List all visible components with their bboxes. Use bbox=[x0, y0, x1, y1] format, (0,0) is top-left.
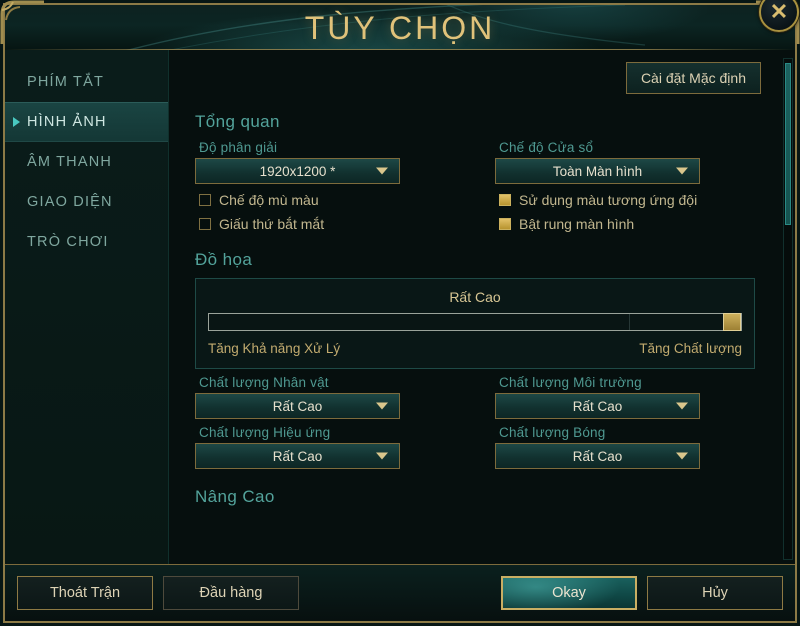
window-header: TÙY CHỌN bbox=[5, 5, 795, 50]
checkbox-icon bbox=[499, 218, 511, 230]
sidebar-item-label: TRÒ CHƠI bbox=[27, 234, 109, 250]
checkbox-hide-eye-candy[interactable]: Giấu thứ bắt mắt bbox=[199, 216, 495, 232]
graphics-quality-slider[interactable] bbox=[208, 313, 742, 331]
shadow-quality-dropdown[interactable]: Rất Cao bbox=[495, 443, 700, 469]
left-checkbox-column: Chế độ mù màu Giấu thứ bắt mắt bbox=[195, 184, 495, 232]
chevron-down-icon bbox=[376, 452, 388, 460]
slider-right-label: Tăng Chất lượng bbox=[639, 341, 742, 356]
restore-defaults-button[interactable]: Cài đặt Mặc định bbox=[625, 62, 761, 94]
checkbox-icon bbox=[199, 218, 211, 230]
environment-quality-dropdown[interactable]: Rất Cao bbox=[495, 393, 700, 419]
window-mode-field: Chế độ Cửa sổ Toàn Màn hình bbox=[495, 134, 763, 184]
cancel-button[interactable]: Hủy bbox=[647, 576, 783, 610]
close-icon: ✕ bbox=[769, 0, 789, 24]
shadow-quality-field: Chất lượng Bóng Rất Cao bbox=[495, 419, 763, 469]
overview-grid: Độ phân giải 1920x1200 * Chế độ Cửa sổ T… bbox=[195, 134, 763, 232]
resolution-dropdown[interactable]: 1920x1200 * bbox=[195, 158, 400, 184]
options-window: TÙY CHỌN ✕ PHÍM TẮT HÌNH ẢNH ÂM THANH GI… bbox=[0, 0, 800, 626]
slider-endpoint-labels: Tăng Khả năng Xử Lý Tăng Chất lượng bbox=[208, 341, 742, 356]
window-footer: Thoát Trận Đầu hàng Okay Hủy bbox=[5, 564, 795, 621]
sidebar-item-label: ÂM THANH bbox=[27, 154, 113, 170]
graphics-quality-slider-box: Rất Cao Tăng Khả năng Xử Lý Tăng Chất lư… bbox=[195, 278, 755, 369]
sidebar-item-video[interactable]: HÌNH ẢNH bbox=[5, 102, 168, 142]
checkbox-label: Chế độ mù màu bbox=[219, 192, 319, 208]
sidebar-nav: PHÍM TẮT HÌNH ẢNH ÂM THANH GIAO DIỆN TRÒ… bbox=[5, 50, 169, 564]
exit-match-button[interactable]: Thoát Trận bbox=[17, 576, 153, 610]
checkbox-screen-shake[interactable]: Bật rung màn hình bbox=[499, 216, 763, 232]
close-button[interactable]: ✕ bbox=[759, 0, 799, 32]
checkbox-team-colors[interactable]: Sử dụng màu tương ứng đội bbox=[499, 192, 763, 208]
sidebar-item-sound[interactable]: ÂM THANH bbox=[5, 142, 168, 182]
slider-left-label: Tăng Khả năng Xử Lý bbox=[208, 341, 341, 356]
character-quality-value: Rất Cao bbox=[272, 398, 323, 414]
environment-quality-field: Chất lượng Môi trường Rất Cao bbox=[495, 369, 763, 419]
window-mode-dropdown[interactable]: Toàn Màn hình bbox=[495, 158, 700, 184]
settings-scroll-region: Cài đặt Mặc định Tổng quan Độ phân giải … bbox=[169, 50, 795, 564]
caret-right-icon bbox=[13, 117, 20, 127]
effects-quality-dropdown[interactable]: Rất Cao bbox=[195, 443, 400, 469]
checkbox-label: Bật rung màn hình bbox=[519, 216, 635, 232]
window-body: PHÍM TẮT HÌNH ẢNH ÂM THANH GIAO DIỆN TRÒ… bbox=[5, 50, 795, 564]
section-title-overview: Tổng quan bbox=[195, 112, 280, 131]
defaults-row: Cài đặt Mặc định bbox=[187, 60, 763, 94]
checkbox-label: Sử dụng màu tương ứng đội bbox=[519, 192, 698, 208]
slider-handle[interactable] bbox=[723, 313, 741, 331]
graphics-quality-value: Rất Cao bbox=[449, 289, 501, 305]
settings-scrollbar[interactable] bbox=[783, 58, 793, 560]
page-title: TÙY CHỌN bbox=[304, 10, 496, 46]
checkbox-icon bbox=[199, 194, 211, 206]
footer-left-buttons: Thoát Trận Đầu hàng bbox=[17, 576, 299, 610]
chevron-down-icon bbox=[376, 167, 388, 175]
chevron-down-icon bbox=[676, 167, 688, 175]
sidebar-item-label: HÌNH ẢNH bbox=[27, 114, 107, 130]
shadow-quality-label: Chất lượng Bóng bbox=[499, 425, 606, 440]
character-quality-dropdown[interactable]: Rất Cao bbox=[195, 393, 400, 419]
okay-button[interactable]: Okay bbox=[501, 576, 637, 610]
sidebar-item-label: GIAO DIỆN bbox=[27, 194, 113, 210]
sidebar-item-hotkeys[interactable]: PHÍM TẮT bbox=[5, 62, 168, 102]
shadow-quality-value: Rất Cao bbox=[572, 448, 623, 464]
checkbox-label: Giấu thứ bắt mắt bbox=[219, 216, 325, 232]
sidebar-item-interface[interactable]: GIAO DIỆN bbox=[5, 182, 168, 222]
resolution-label: Độ phân giải bbox=[199, 140, 278, 155]
character-quality-field: Chất lượng Nhân vật Rất Cao bbox=[195, 369, 495, 419]
checkbox-icon bbox=[499, 194, 511, 206]
environment-quality-label: Chất lượng Môi trường bbox=[499, 375, 642, 390]
window-mode-label: Chế độ Cửa sổ bbox=[499, 140, 594, 155]
graphics-dropdown-grid: Chất lượng Nhân vật Rất Cao Chất lượng M… bbox=[195, 369, 763, 469]
chevron-down-icon bbox=[676, 402, 688, 410]
chevron-down-icon bbox=[376, 402, 388, 410]
sidebar-item-label: PHÍM TẮT bbox=[27, 74, 105, 90]
surrender-button[interactable]: Đầu hàng bbox=[163, 576, 299, 610]
character-quality-label: Chất lượng Nhân vật bbox=[199, 375, 329, 390]
checkbox-colorblind-mode[interactable]: Chế độ mù màu bbox=[199, 192, 495, 208]
resolution-field: Độ phân giải 1920x1200 * bbox=[195, 134, 495, 184]
effects-quality-value: Rất Cao bbox=[272, 448, 323, 464]
window-mode-value: Toàn Màn hình bbox=[552, 163, 643, 179]
settings-content: Cài đặt Mặc định Tổng quan Độ phân giải … bbox=[169, 50, 781, 564]
footer-right-buttons: Okay Hủy bbox=[501, 576, 783, 610]
section-title-advanced: Nâng Cao bbox=[195, 487, 275, 506]
scrollbar-thumb[interactable] bbox=[785, 63, 791, 225]
environment-quality-value: Rất Cao bbox=[572, 398, 623, 414]
effects-quality-label: Chất lượng Hiệu ứng bbox=[199, 425, 331, 440]
resolution-value: 1920x1200 * bbox=[259, 163, 336, 179]
sidebar-item-gameplay[interactable]: TRÒ CHƠI bbox=[5, 222, 168, 262]
chevron-down-icon bbox=[676, 452, 688, 460]
section-title-graphics: Đồ họa bbox=[195, 250, 253, 269]
slider-tick bbox=[629, 314, 631, 330]
effects-quality-field: Chất lượng Hiệu ứng Rất Cao bbox=[195, 419, 495, 469]
right-checkbox-column: Sử dụng màu tương ứng đội Bật rung màn h… bbox=[495, 184, 763, 232]
